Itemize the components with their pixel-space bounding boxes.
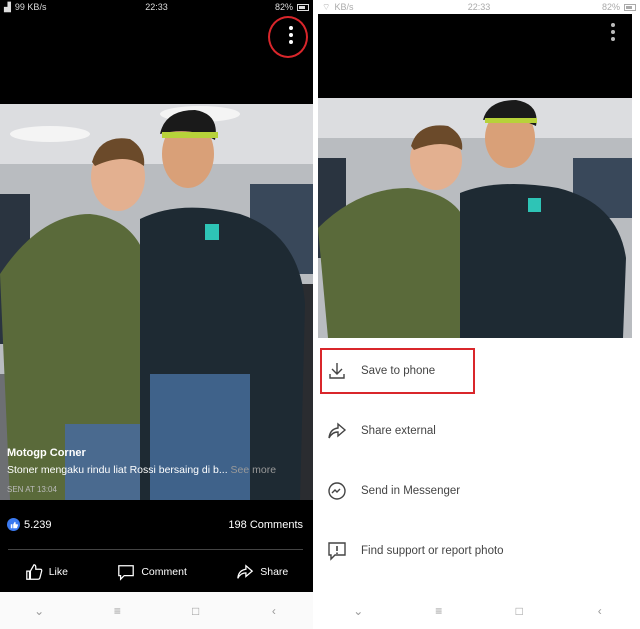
send-in-messenger-label: Send in Messenger [361, 485, 461, 497]
kebab-menu-icon[interactable] [606, 22, 620, 42]
caption-text: Stoner mengaku rindu liat Rossi bersaing… [7, 464, 305, 476]
like-count[interactable]: 5.239 [7, 518, 52, 531]
divider [8, 549, 303, 550]
dimmed-top [318, 14, 632, 98]
like-button[interactable]: Like [25, 560, 68, 584]
system-navbar: ⌄ ≡ □ ‹ [0, 592, 313, 629]
share-arrow-icon [326, 420, 348, 442]
nav-menu-button[interactable]: ≡ [424, 604, 454, 618]
status-time: 22:33 [145, 2, 168, 12]
comments-count[interactable]: 198 Comments [228, 519, 303, 531]
share-external-item[interactable]: Share external [326, 420, 436, 442]
nav-down-button[interactable]: ⌄ [24, 604, 54, 618]
report-icon [326, 540, 348, 562]
share-external-label: Share external [361, 425, 436, 437]
post-photo [318, 98, 632, 338]
battery-percent: 82% [601, 2, 620, 12]
thumbs-up-icon [25, 564, 43, 580]
share-icon [237, 564, 254, 579]
send-in-messenger-item[interactable]: Send in Messenger [326, 480, 460, 502]
battery-icon [624, 3, 636, 11]
post-caption: Motogp Corner Stoner mengaku rindu liat … [7, 447, 305, 494]
system-navbar: ⌄ ≡ □ ‹ [318, 592, 640, 629]
post-stats: 5.239 198 Comments [7, 518, 303, 531]
nav-down-button[interactable]: ⌄ [343, 604, 373, 618]
highlight-circle [268, 16, 308, 58]
nav-home-button[interactable]: □ [504, 604, 534, 618]
post-timestamp: SEN AT 13:04 [7, 485, 57, 494]
report-photo-item[interactable]: Find support or report photo [326, 540, 504, 562]
nav-menu-button[interactable]: ≡ [102, 604, 132, 618]
share-label: Share [260, 566, 289, 578]
see-more-link[interactable]: See more [231, 464, 277, 476]
save-highlight-box [320, 348, 475, 394]
battery-percent: 82% [274, 2, 293, 12]
left-screen: ▟ 99 KB/s 22:33 82% Motogp Corner Stoner… [0, 0, 313, 629]
status-bar: ⌔ KB/s 22:33 82% [318, 0, 640, 14]
post-photo[interactable] [0, 104, 313, 500]
like-label: Like [48, 566, 68, 578]
nav-home-button[interactable]: □ [181, 604, 211, 618]
comment-button[interactable]: Comment [117, 560, 187, 584]
right-screen: ⌔ KB/s 22:33 82% Save to phone Share ext… [318, 0, 640, 629]
share-button[interactable]: Share [236, 560, 288, 584]
nav-back-button[interactable]: ‹ [585, 604, 615, 618]
comment-label: Comment [141, 566, 187, 578]
page-name[interactable]: Motogp Corner [7, 447, 305, 459]
nav-back-button[interactable]: ‹ [259, 604, 289, 618]
report-photo-label: Find support or report photo [361, 545, 504, 557]
likes-number: 5.239 [24, 518, 52, 531]
battery-icon [297, 3, 309, 11]
thumbs-up-badge-icon [7, 518, 20, 531]
comment-icon [118, 565, 135, 581]
caption-body: Stoner mengaku rindu liat Rossi bersaing… [7, 464, 228, 476]
status-time: 22:33 [467, 2, 491, 12]
post-actions: Like Comment Share [0, 560, 313, 584]
status-bar: ▟ 99 KB/s 22:33 82% [0, 0, 313, 14]
messenger-icon [326, 480, 348, 502]
